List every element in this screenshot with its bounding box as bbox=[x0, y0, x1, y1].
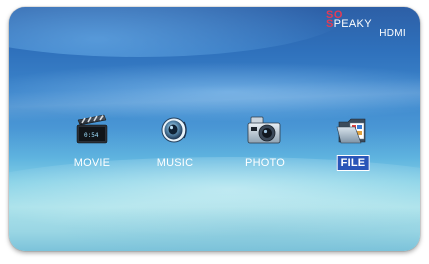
menu-item-file[interactable]: FILE bbox=[318, 114, 388, 174]
camera-icon bbox=[245, 114, 285, 151]
logo-initial: S bbox=[326, 18, 334, 30]
tv-frame: SO SPEAKY HDMI 0:54 MOVIE MUSIC PHOTO FI… bbox=[0, 0, 429, 264]
speaker-icon bbox=[157, 114, 193, 151]
menu-item-label: MUSIC bbox=[156, 157, 194, 169]
folder-icon bbox=[335, 114, 371, 151]
menu-item-photo[interactable]: PHOTO bbox=[230, 114, 300, 174]
logo-line-2: SPEAKY bbox=[326, 19, 372, 30]
menu-item-label: MOVIE bbox=[73, 157, 111, 169]
film-clapper-icon: 0:54 bbox=[74, 114, 110, 151]
menu-item-music[interactable]: MUSIC bbox=[140, 114, 210, 174]
brand-logo: SO SPEAKY HDMI bbox=[326, 10, 406, 40]
logo-line-3: HDMI bbox=[379, 28, 406, 39]
menu-item-label: PHOTO bbox=[245, 157, 285, 169]
menu-item-movie[interactable]: 0:54 MOVIE bbox=[57, 114, 127, 174]
background-wave bbox=[9, 7, 349, 57]
movie-clock-readout: 0:54 bbox=[84, 132, 99, 139]
media-menu-screen: SO SPEAKY HDMI 0:54 MOVIE MUSIC PHOTO FI… bbox=[9, 7, 420, 251]
menu-item-label: FILE bbox=[336, 155, 370, 171]
logo-word: PEAKY bbox=[333, 18, 372, 30]
